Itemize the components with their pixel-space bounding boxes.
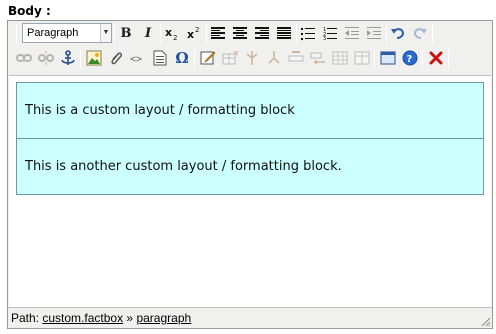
window-icon [380, 51, 396, 65]
code-icon: <> [130, 54, 142, 65]
subscript-button[interactable]: x2 [162, 23, 182, 43]
align-center-button[interactable] [230, 23, 250, 43]
undo-button[interactable] [388, 23, 408, 43]
table-properties-icon [354, 51, 370, 65]
format-select-value: Paragraph [27, 27, 79, 39]
fullscreen-button[interactable] [378, 48, 398, 68]
bullet-list-icon [301, 27, 315, 40]
help-button[interactable]: ? [400, 48, 420, 68]
body-field-label: Body : [8, 4, 51, 18]
custom-factbox-block[interactable]: This is another custom layout / formatti… [16, 138, 484, 195]
toolbar-separator [80, 49, 81, 69]
bold-button[interactable]: B [116, 23, 136, 43]
align-left-button[interactable] [208, 23, 228, 43]
align-justify-button[interactable] [274, 23, 294, 43]
indent-button[interactable] [364, 23, 384, 43]
path-separator: » [126, 311, 134, 325]
outdent-button[interactable] [342, 23, 362, 43]
toolbar-separator [448, 49, 449, 69]
editor-content-area[interactable]: This is a custom layout / formatting blo… [9, 75, 491, 307]
svg-text:x: x [165, 26, 172, 39]
redo-icon [413, 28, 427, 39]
toolbar-separator [374, 49, 375, 69]
align-right-button[interactable] [252, 23, 272, 43]
toolbar-separator [432, 24, 433, 44]
edit-properties-button[interactable] [198, 48, 218, 68]
italic-button[interactable]: I [138, 23, 158, 43]
bullet-list-button[interactable] [298, 23, 318, 43]
svg-text:x: x [187, 28, 194, 41]
link-button[interactable] [14, 48, 34, 68]
row-after-button[interactable] [308, 48, 328, 68]
redo-button[interactable] [410, 23, 430, 43]
anchor-icon [61, 50, 75, 65]
split-cell-button[interactable] [242, 48, 262, 68]
image-icon [86, 50, 102, 66]
toolbar-separator [422, 49, 423, 69]
row-before-button[interactable] [286, 48, 306, 68]
paste-text-button[interactable] [150, 48, 170, 68]
toolbar-separator [194, 49, 195, 69]
anchor-button[interactable] [58, 48, 78, 68]
close-icon [429, 51, 443, 65]
toolbar-separator [114, 24, 115, 44]
paperclip-icon [111, 52, 122, 65]
html-source-button[interactable]: <> [128, 48, 148, 68]
insert-table-row-button[interactable] [220, 48, 240, 68]
superscript-icon: x2 [187, 26, 199, 41]
chevron-down-icon[interactable]: ▼ [100, 24, 111, 42]
pencil-icon [200, 51, 216, 65]
superscript-button[interactable]: x2 [184, 23, 204, 43]
omega-icon: Ω [175, 49, 189, 67]
subscript-icon: x2 [165, 26, 177, 41]
custom-factbox-block[interactable]: This is a custom layout / formatting blo… [16, 82, 484, 139]
unlink-icon [38, 51, 54, 65]
numbered-list-icon: 123 [323, 27, 337, 40]
document-icon [153, 50, 167, 66]
split-icon [246, 51, 258, 65]
table-add-icon [222, 51, 238, 65]
table-icon [332, 51, 348, 65]
align-justify-icon [277, 27, 291, 39]
merge-icon [268, 51, 280, 64]
numbered-list-button[interactable]: 123 [320, 23, 340, 43]
svg-text:3: 3 [323, 36, 326, 40]
align-left-icon [211, 27, 225, 39]
toolbar-separator [16, 24, 17, 44]
toolbar-separator [386, 24, 387, 44]
special-character-button[interactable]: Ω [172, 48, 192, 68]
help-icon: ? [402, 50, 418, 66]
insert-image-button[interactable] [84, 48, 104, 68]
svg-text:<>: <> [130, 54, 142, 65]
indent-icon [367, 27, 381, 39]
outdent-icon [345, 27, 359, 39]
attach-file-button[interactable] [106, 48, 126, 68]
resize-grip-icon[interactable] [479, 315, 491, 327]
editor-toolbar: Paragraph ▼ B I x2 x2 1 2 3 <> Ω ? [8, 21, 492, 75]
merge-cells-button[interactable] [264, 48, 284, 68]
row-insert-icon [288, 51, 304, 62]
align-right-icon [255, 27, 269, 39]
delete-button[interactable] [426, 48, 446, 68]
path-crumb-factbox[interactable]: custom.factbox [42, 311, 123, 325]
toolbar-separator [160, 24, 161, 44]
toolbar-separator [296, 24, 297, 44]
path-label: Path: [11, 311, 40, 325]
editor-statusbar: Path: custom.factbox » paragraph [8, 307, 492, 328]
svg-text:?: ? [407, 54, 413, 65]
link-icon [16, 54, 32, 62]
svg-text:2: 2 [173, 34, 177, 41]
path-crumb-paragraph[interactable]: paragraph [136, 311, 191, 325]
toolbar-separator [206, 24, 207, 44]
unlink-button[interactable] [36, 48, 56, 68]
align-center-icon [233, 27, 247, 39]
format-select[interactable]: Paragraph ▼ [22, 23, 112, 43]
table-grid-button[interactable] [330, 48, 350, 68]
rich-text-editor: Paragraph ▼ B I x2 x2 1 2 3 <> Ω ? This … [7, 20, 493, 329]
table-props-button[interactable] [352, 48, 372, 68]
svg-text:2: 2 [195, 26, 199, 34]
undo-icon [391, 28, 405, 39]
row-append-icon [310, 52, 325, 64]
